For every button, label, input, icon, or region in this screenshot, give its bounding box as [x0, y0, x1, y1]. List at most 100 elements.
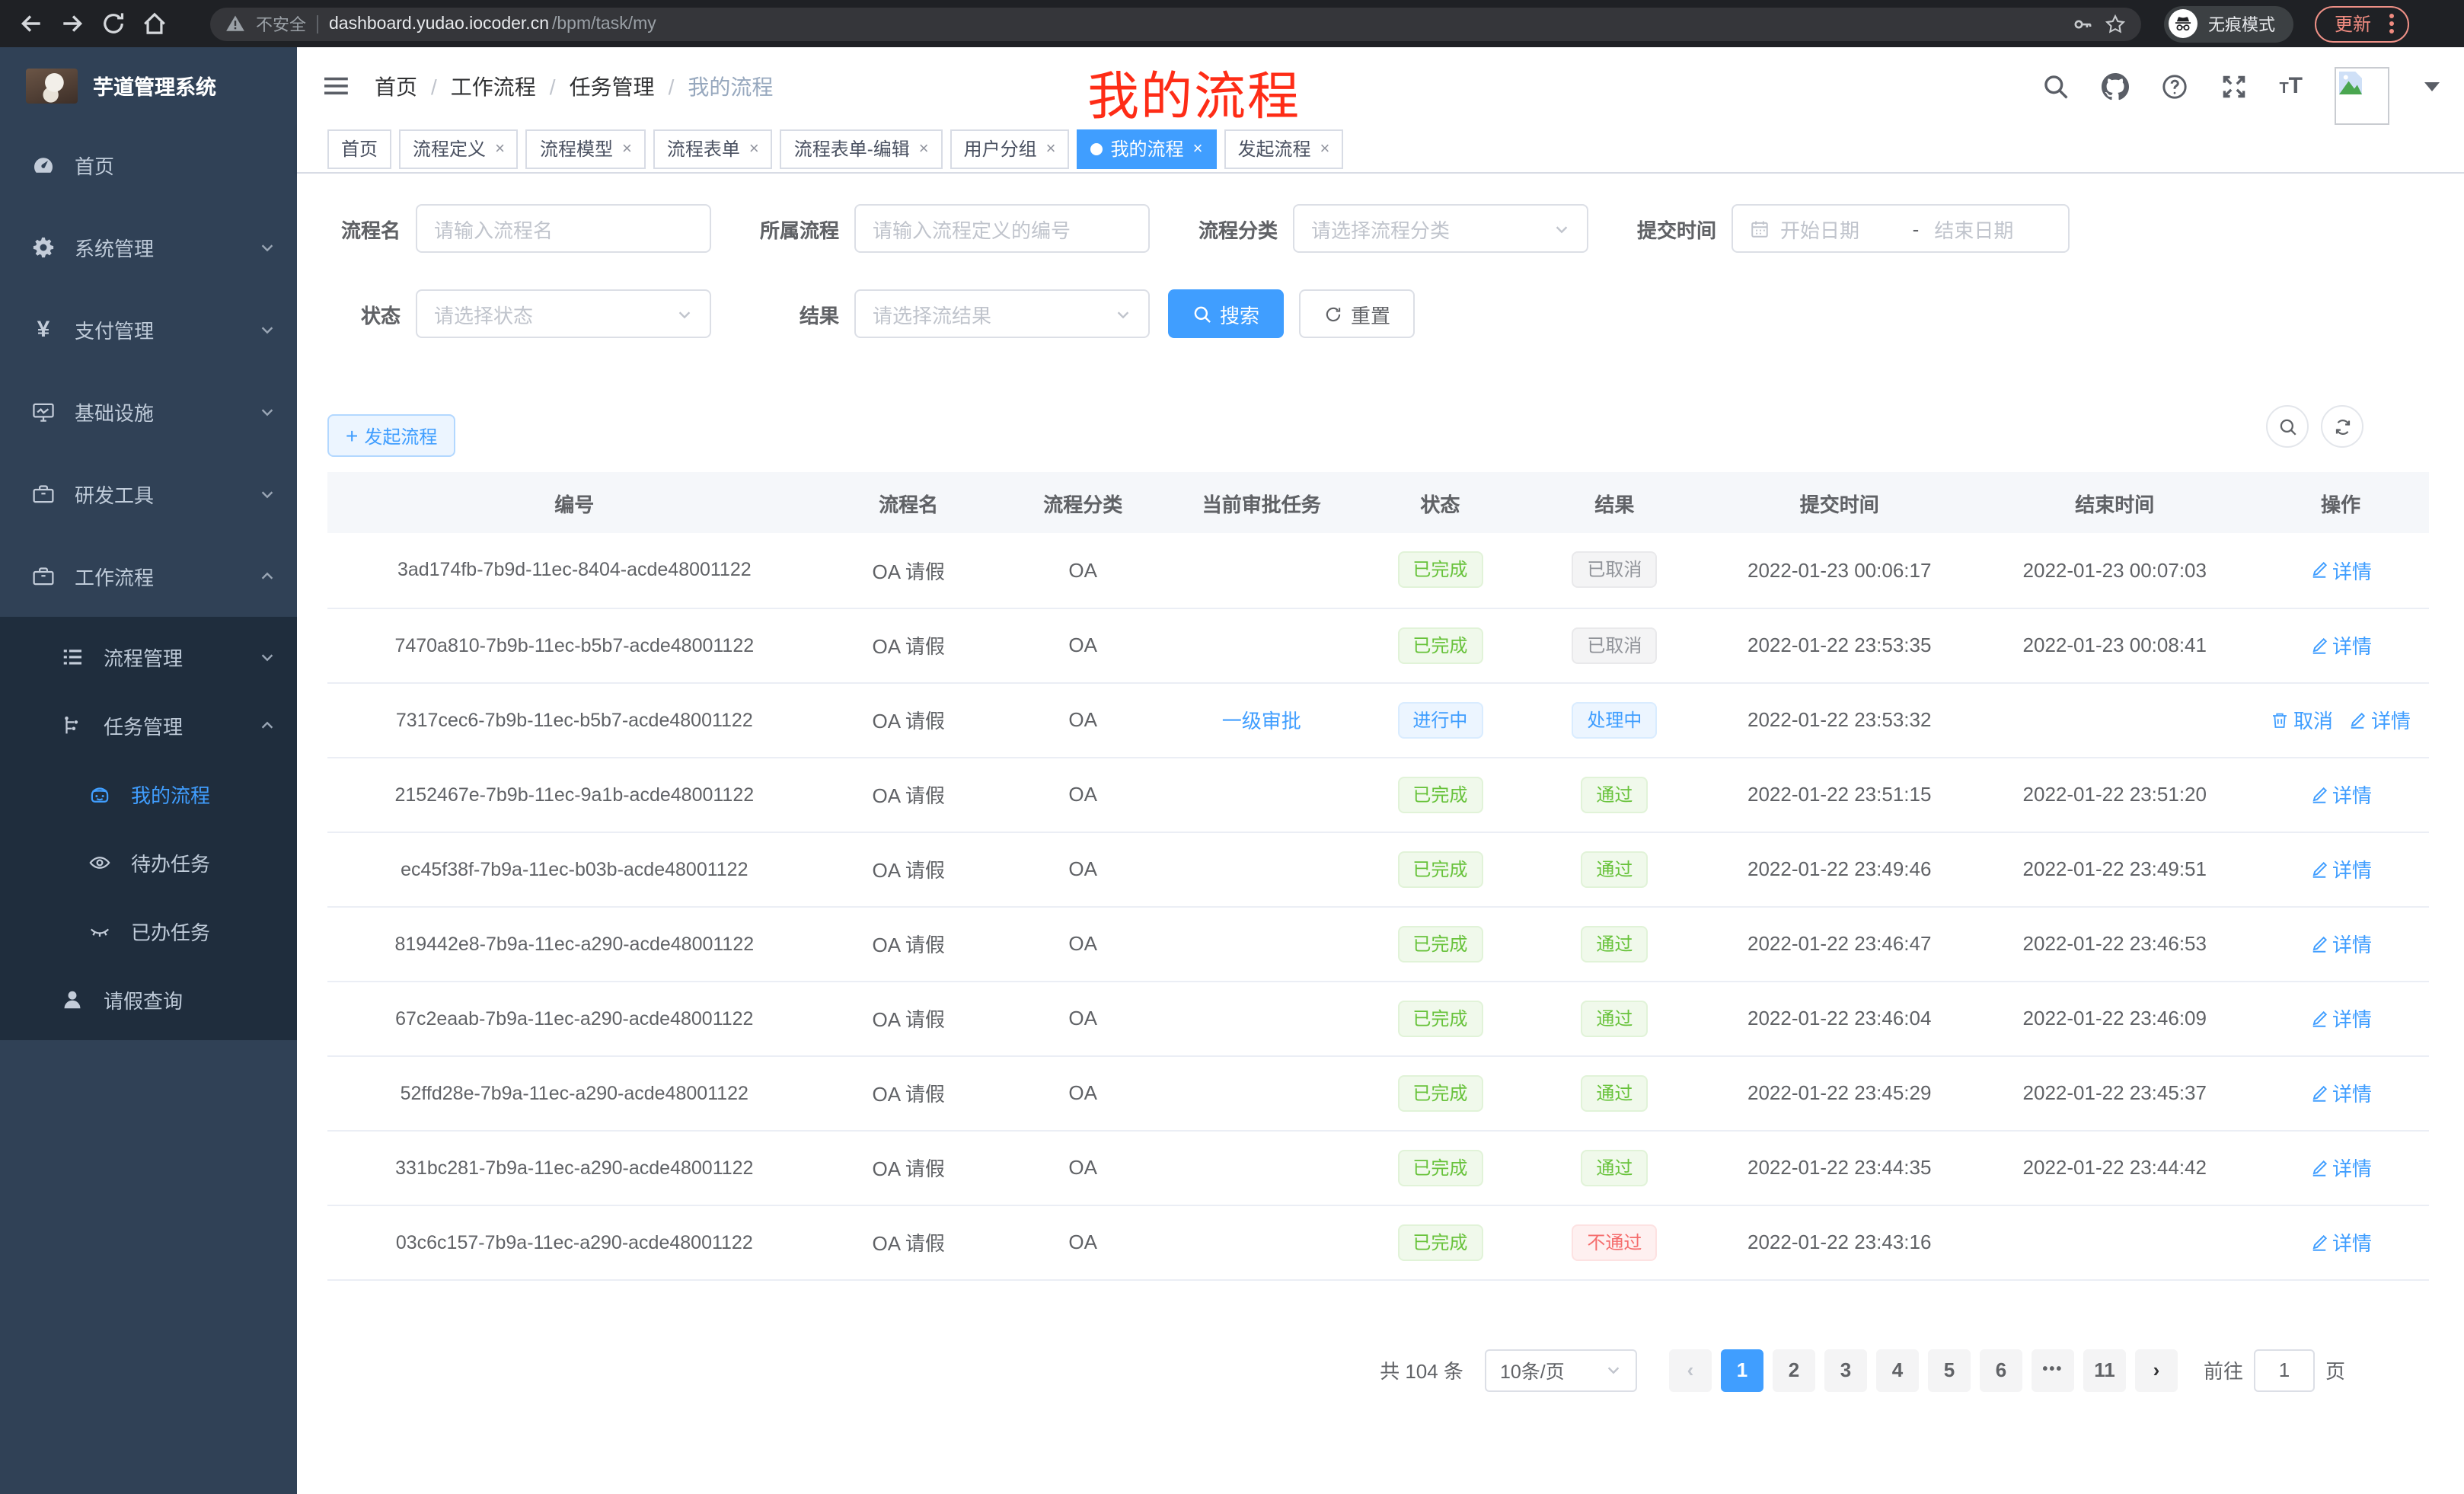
breadcrumb-item[interactable]: 首页	[375, 71, 417, 101]
pagination-next-button[interactable]: ›	[2135, 1349, 2178, 1391]
breadcrumb: 首页/工作流程/任务管理/我的流程	[375, 71, 773, 101]
pagination-page-1[interactable]: 1	[1721, 1349, 1763, 1391]
avatar-caret-icon[interactable]	[2424, 81, 2440, 91]
detail-action-link[interactable]: 详情	[2309, 1004, 2372, 1033]
sidebar-item-工作流程[interactable]: 工作流程	[0, 535, 297, 617]
result-select[interactable]: 请选择流结果	[854, 289, 1150, 338]
cancel-action-link[interactable]: 取消	[2271, 705, 2333, 734]
tab-首页[interactable]: 首页	[327, 129, 391, 168]
edit-icon	[2309, 561, 2328, 579]
help-icon[interactable]	[2160, 72, 2188, 100]
process-name-input[interactable]: 请输入流程名	[416, 204, 711, 253]
avatar[interactable]	[2335, 66, 2389, 124]
sidebar-item-基础设施[interactable]: 基础设施	[0, 370, 297, 452]
search-icon[interactable]	[2041, 72, 2069, 100]
column-header-提交时间: 提交时间	[1702, 472, 1977, 533]
process-name-cell: OA 请假	[822, 682, 996, 757]
pagination-page-4[interactable]: 4	[1876, 1349, 1919, 1391]
tab-流程定义[interactable]: 流程定义×	[399, 129, 519, 168]
sidebar-item-首页[interactable]: 首页	[0, 123, 297, 206]
url-path[interactable]: /bpm/task/my	[552, 14, 656, 33]
not-secure-warning-icon[interactable]	[225, 14, 245, 34]
close-icon[interactable]: ×	[1320, 139, 1329, 158]
tab-流程表单-编辑[interactable]: 流程表单-编辑×	[780, 129, 943, 168]
tab-发起流程[interactable]: 发起流程×	[1224, 129, 1343, 168]
sidebar-item-流程管理[interactable]: 流程管理	[0, 623, 297, 691]
detail-action-link[interactable]: 详情	[2309, 1078, 2372, 1107]
hamburger-icon[interactable]	[324, 73, 350, 99]
close-icon[interactable]: ×	[919, 139, 929, 158]
table-row: 7317cec6-7b9b-11ec-b5b7-acde48001122OA 请…	[327, 682, 2429, 757]
sidebar-item-任务管理[interactable]: 任务管理	[0, 691, 297, 760]
pagination-prev-button[interactable]: ‹	[1669, 1349, 1712, 1391]
browser-update-button[interactable]: 更新	[2315, 5, 2409, 42]
detail-action-link[interactable]: 详情	[2309, 1227, 2372, 1256]
address-bar[interactable]: 不安全 dashboard.yudao.iocoder.cn/bpm/task/…	[210, 7, 2141, 40]
pagination-page-5[interactable]: 5	[1928, 1349, 1971, 1391]
actions-cell: 详情	[2252, 1205, 2429, 1279]
close-icon[interactable]: ×	[749, 139, 759, 158]
create-process-button[interactable]: + 发起流程	[327, 414, 455, 457]
sidebar-item-支付管理[interactable]: ¥支付管理	[0, 288, 297, 370]
detail-action-link[interactable]: 详情	[2309, 780, 2372, 809]
close-icon[interactable]: ×	[1193, 139, 1203, 158]
pagination-ellipsis[interactable]: •••	[2032, 1349, 2074, 1391]
category-select[interactable]: 请选择流程分类	[1293, 204, 1588, 253]
detail-action-link[interactable]: 详情	[2309, 854, 2372, 883]
pagination-page-11[interactable]: 11	[2083, 1349, 2126, 1391]
tab-label: 流程模型	[540, 136, 613, 161]
github-icon[interactable]	[2101, 72, 2128, 100]
app-logo-row[interactable]: 芋道管理系统	[0, 47, 297, 123]
reset-button[interactable]: 重置	[1299, 289, 1415, 338]
placeholder-text: 请选择流结果	[873, 299, 1115, 328]
tab-流程表单[interactable]: 流程表单×	[653, 129, 773, 168]
status-select[interactable]: 请选择状态	[416, 289, 711, 338]
submit-time-range-picker[interactable]: 开始日期 - 结束日期	[1732, 204, 2070, 253]
tab-用户分组[interactable]: 用户分组×	[950, 129, 1070, 168]
bookmark-star-icon[interactable]	[2105, 13, 2126, 34]
close-icon[interactable]: ×	[1046, 139, 1056, 158]
sidebar-item-已办任务[interactable]: 已办任务	[0, 897, 297, 966]
back-icon[interactable]	[18, 11, 44, 37]
tab-流程模型[interactable]: 流程模型 ×	[526, 129, 646, 168]
sidebar-item-研发工具[interactable]: 研发工具	[0, 452, 297, 535]
password-key-icon[interactable]	[2073, 13, 2094, 34]
browser-menu-icon[interactable]	[2389, 14, 2394, 34]
breadcrumb-item[interactable]: 任务管理	[570, 71, 655, 101]
detail-action-link[interactable]: 详情	[2309, 929, 2372, 958]
tab-我的流程[interactable]: 我的流程×	[1077, 129, 1217, 168]
process-table: 编号流程名流程分类当前审批任务状态结果提交时间结束时间操作 3ad174fb-7…	[327, 472, 2429, 1280]
end-time-cell: 2022-01-22 23:51:20	[1977, 757, 2253, 832]
result-badge: 处理中	[1572, 701, 1657, 738]
detail-action-link[interactable]: 详情	[2309, 1153, 2372, 1182]
sidebar-item-待办任务[interactable]: 待办任务	[0, 828, 297, 897]
home-icon[interactable]	[142, 11, 168, 37]
detail-action-link[interactable]: 详情	[2348, 705, 2411, 734]
close-icon[interactable]: ×	[495, 139, 505, 158]
breadcrumb-item[interactable]: 工作流程	[451, 71, 536, 101]
security-label[interactable]: 不安全	[256, 11, 306, 36]
pagination-page-3[interactable]: 3	[1824, 1349, 1867, 1391]
sidebar-item-我的流程[interactable]: 我的流程	[0, 760, 297, 828]
sidebar-item-系统管理[interactable]: 系统管理	[0, 206, 297, 288]
font-size-icon[interactable]: TT	[2279, 75, 2303, 97]
pagination-page-6[interactable]: 6	[1980, 1349, 2022, 1391]
reload-icon[interactable]	[101, 11, 126, 37]
page-size-select[interactable]: 10条/页	[1485, 1349, 1637, 1391]
goto-page-input[interactable]: 1	[2254, 1349, 2315, 1391]
url-domain[interactable]: dashboard.yudao.iocoder.cn	[329, 14, 549, 33]
detail-action-link[interactable]: 详情	[2309, 630, 2372, 659]
sidebar-item-请假查询[interactable]: 请假查询	[0, 966, 297, 1034]
parent-process-input[interactable]: 请输入流程定义的编号	[854, 204, 1150, 253]
search-button[interactable]: 搜索	[1168, 289, 1284, 338]
table-refresh-button[interactable]	[2321, 405, 2363, 448]
table-search-button[interactable]	[2266, 405, 2309, 448]
close-icon[interactable]: ×	[622, 139, 632, 158]
pagination-page-2[interactable]: 2	[1773, 1349, 1815, 1391]
process-category-cell: OA	[996, 1205, 1170, 1279]
task-link[interactable]: 一级审批	[1222, 710, 1301, 733]
status-badge: 已完成	[1397, 1000, 1483, 1036]
forward-icon[interactable]	[59, 11, 85, 37]
fullscreen-icon[interactable]	[2220, 72, 2247, 100]
detail-action-link[interactable]: 详情	[2309, 556, 2372, 585]
